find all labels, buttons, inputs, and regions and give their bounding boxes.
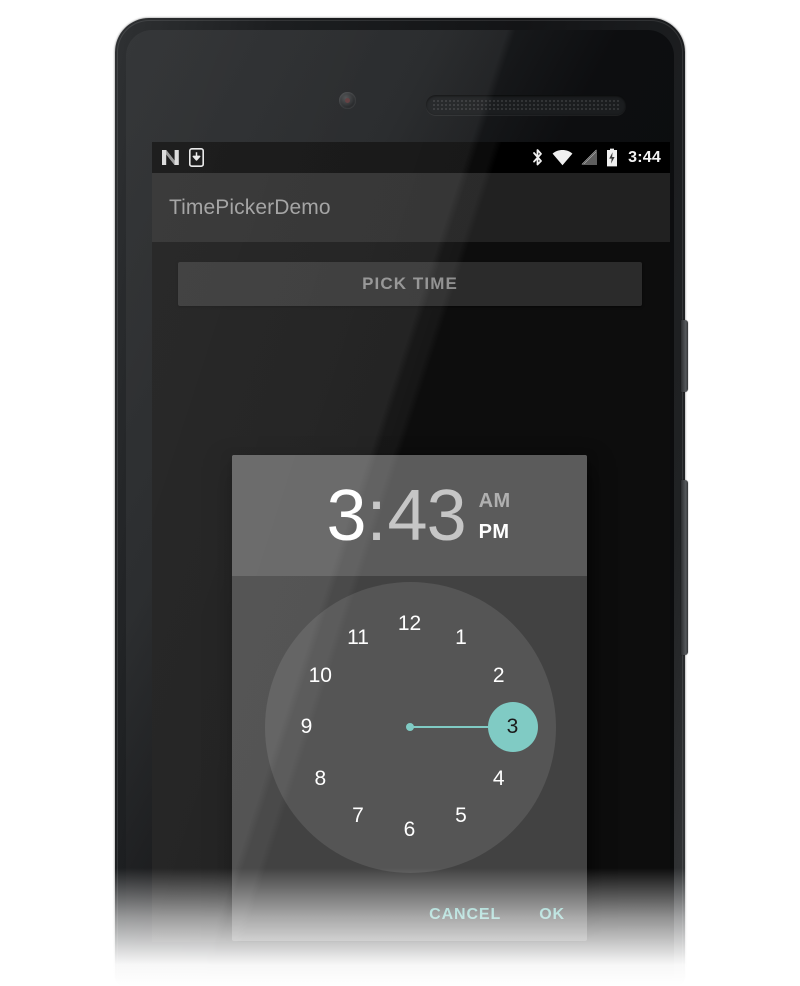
no-sim-icon xyxy=(581,149,598,166)
ok-button[interactable]: OK xyxy=(527,897,577,933)
clock-number-1[interactable]: 1 xyxy=(444,621,478,655)
phone-device-frame: 3:44 TimePickerDemo PICK TIME Picked tim… xyxy=(115,18,688,986)
clock-number-6[interactable]: 6 xyxy=(393,813,427,847)
clock-number-9[interactable]: 9 xyxy=(290,710,324,744)
status-bar: 3:44 xyxy=(152,142,670,173)
android-n-logo-icon xyxy=(161,149,180,166)
hour-value[interactable]: 3 xyxy=(326,480,366,552)
clock-area: 12 1 2 3 4 5 6 7 8 9 10 11 xyxy=(232,576,587,888)
earpiece-speaker-icon xyxy=(426,95,626,115)
time-picker-dialog: 3 : 43 AM PM 12 1 2 3 4 5 6 7 8 9 10 11 … xyxy=(232,455,587,941)
volume-rocker-button[interactable] xyxy=(681,480,688,655)
time-separator: : xyxy=(366,475,387,556)
power-button[interactable] xyxy=(681,320,688,392)
pick-time-button[interactable]: PICK TIME xyxy=(178,262,642,306)
minute-value[interactable]: 43 xyxy=(388,480,467,552)
clock-number-2[interactable]: 2 xyxy=(482,659,516,693)
phone-screen: 3:44 TimePickerDemo PICK TIME Picked tim… xyxy=(152,142,670,942)
page-title: TimePickerDemo xyxy=(169,195,331,219)
am-pm-toggle: AM PM xyxy=(479,486,511,548)
dialog-actions: CANCEL OK xyxy=(417,897,577,933)
battery-charging-icon xyxy=(606,148,618,167)
front-camera-icon xyxy=(339,92,356,109)
download-to-device-icon xyxy=(189,148,204,167)
pm-option[interactable]: PM xyxy=(479,517,511,548)
clock-number-10[interactable]: 10 xyxy=(303,659,337,693)
status-bar-right-icons: 3:44 xyxy=(531,148,661,167)
time-picker-header: 3 : 43 AM PM xyxy=(232,455,587,576)
status-bar-left-icons xyxy=(161,148,204,167)
cancel-button[interactable]: CANCEL xyxy=(417,897,513,933)
status-bar-clock: 3:44 xyxy=(628,148,661,166)
clock-number-3[interactable]: 3 xyxy=(496,710,530,744)
clock-number-4[interactable]: 4 xyxy=(482,762,516,796)
clock-number-12[interactable]: 12 xyxy=(393,607,427,641)
clock-center-dot xyxy=(405,723,414,731)
app-bar: TimePickerDemo xyxy=(152,173,670,242)
analog-clock-face[interactable]: 12 1 2 3 4 5 6 7 8 9 10 11 xyxy=(264,582,556,873)
clock-number-5[interactable]: 5 xyxy=(444,799,478,833)
time-display: 3 : 43 AM PM xyxy=(326,480,510,552)
bluetooth-icon xyxy=(531,148,544,167)
app-content: PICK TIME Picked time appears here 3 : 4… xyxy=(152,242,670,942)
device-glass: 3:44 TimePickerDemo PICK TIME Picked tim… xyxy=(126,30,674,980)
wifi-icon xyxy=(552,149,573,166)
clock-number-7[interactable]: 7 xyxy=(341,799,375,833)
clock-number-8[interactable]: 8 xyxy=(303,762,337,796)
clock-number-11[interactable]: 11 xyxy=(341,621,375,655)
am-option[interactable]: AM xyxy=(479,486,511,517)
